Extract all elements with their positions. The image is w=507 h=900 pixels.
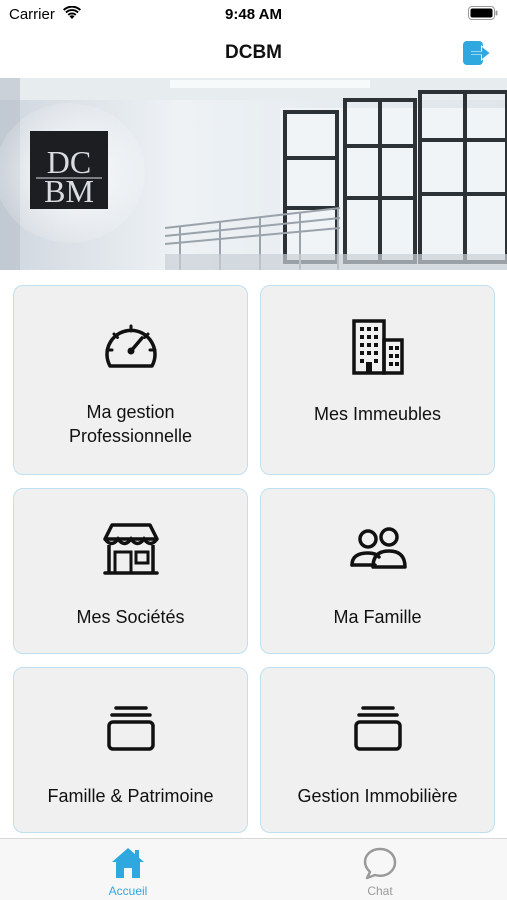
tab-bar: Accueil Chat bbox=[0, 838, 507, 900]
tile-label: Ma gestion Professionnelle bbox=[68, 402, 193, 446]
battery-icon bbox=[468, 6, 498, 20]
office-banner-image: DC BM bbox=[0, 78, 507, 270]
chat-icon bbox=[363, 847, 397, 880]
tile-ma-famille[interactable]: Ma Famille bbox=[260, 488, 495, 654]
logout-icon[interactable] bbox=[461, 39, 493, 67]
navigation-bar: DCBM bbox=[0, 30, 507, 78]
home-icon bbox=[112, 848, 144, 878]
tile-gestion-immobiliere[interactable]: Gestion Immobilière bbox=[260, 667, 495, 833]
tile-mes-societes[interactable]: Mes Sociétés bbox=[13, 488, 248, 654]
building-icon bbox=[351, 319, 404, 375]
speedometer-icon bbox=[104, 324, 157, 368]
tile-label: Gestion Immobilière bbox=[297, 786, 458, 806]
tab-accueil[interactable]: Accueil bbox=[78, 843, 178, 899]
albums-icon bbox=[353, 706, 402, 751]
tile-ma-gestion-professionnelle[interactable]: Ma gestion Professionnelle bbox=[13, 285, 248, 475]
status-bar: Carrier 9:48 AM bbox=[0, 0, 507, 30]
page-title: DCBM bbox=[225, 42, 282, 63]
tab-label: Chat bbox=[367, 884, 393, 898]
people-icon bbox=[349, 527, 407, 569]
tile-label: Famille & Patrimoine bbox=[47, 786, 214, 806]
tile-label: Ma Famille bbox=[333, 607, 422, 627]
tile-label: Mes Sociétés bbox=[76, 607, 185, 627]
tile-mes-immeubles[interactable]: Mes Immeubles bbox=[260, 285, 495, 475]
albums-icon bbox=[106, 706, 155, 751]
storefront-icon bbox=[102, 523, 159, 575]
tile-famille-patrimoine[interactable]: Famille & Patrimoine bbox=[13, 667, 248, 833]
tab-label: Accueil bbox=[108, 884, 148, 898]
tile-label: Mes Immeubles bbox=[313, 404, 442, 424]
office-interior-illustration: DC BM bbox=[0, 78, 507, 270]
clock: 9:48 AM bbox=[225, 6, 282, 23]
tab-chat[interactable]: Chat bbox=[330, 843, 430, 899]
